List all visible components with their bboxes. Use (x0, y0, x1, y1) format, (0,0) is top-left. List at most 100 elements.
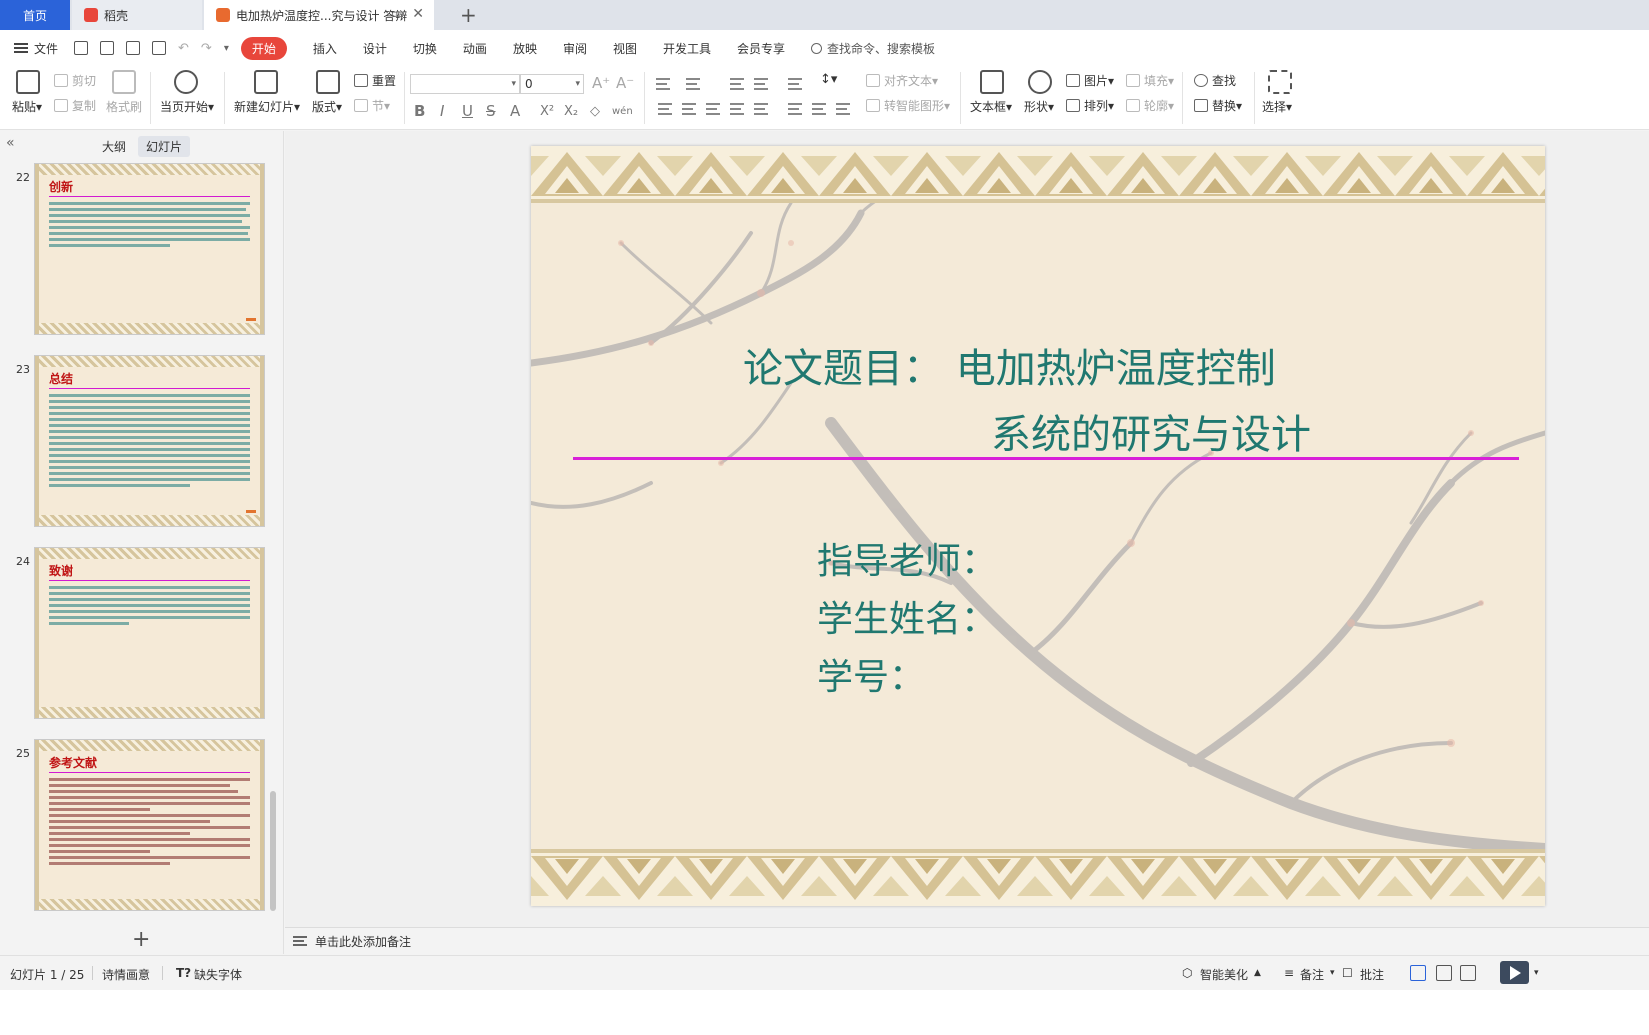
format-painter-button[interactable]: 格式刷 (106, 98, 142, 115)
outline-button[interactable]: 轮廓 ▾ (1126, 97, 1174, 114)
bold-button[interactable]: B (414, 102, 425, 120)
slide-thumbnail[interactable]: 参考文献 (34, 739, 265, 911)
font-color-button[interactable]: A (510, 102, 520, 120)
print-preview-icon[interactable] (152, 41, 167, 55)
align-left-icon[interactable] (658, 103, 672, 115)
menu-view[interactable]: 视图 (613, 40, 637, 57)
slide-thumbnail[interactable]: 创新 (34, 163, 265, 335)
command-search[interactable]: 查找命令、搜索模板 (811, 40, 935, 57)
phonetic-guide-button[interactable]: wén (612, 106, 633, 117)
font-name-select[interactable]: ▾ (410, 74, 520, 94)
font-size-select[interactable]: 0 ▾ (520, 74, 584, 94)
quick-access-dropdown-icon[interactable]: ▾ (224, 43, 229, 54)
print-icon[interactable] (126, 41, 141, 55)
select-icon[interactable] (1268, 70, 1292, 94)
start-slideshow-button[interactable] (1500, 961, 1529, 984)
save-icon[interactable] (74, 41, 89, 55)
new-tab-button[interactable]: + (460, 3, 477, 27)
layout-button[interactable]: 版式 ▾ (312, 98, 342, 115)
menu-transition[interactable]: 切换 (413, 40, 437, 57)
missing-font-button[interactable]: 缺失字体 (194, 966, 242, 983)
notes-dropdown-icon[interactable]: ▾ (1330, 968, 1335, 978)
format-painter-icon[interactable] (112, 70, 136, 94)
student-id-label[interactable]: 学号： (817, 648, 925, 700)
beautify-dropdown-icon[interactable]: ▲ (1254, 968, 1261, 978)
tab-document[interactable]: 电加热炉温度控...究与设计 答辩 ▭ ✕ (204, 0, 434, 30)
align-center-icon[interactable] (682, 103, 696, 115)
new-slide-icon[interactable] (254, 70, 278, 94)
menu-design[interactable]: 设计 (363, 40, 387, 57)
menu-insert[interactable]: 插入 (313, 40, 337, 57)
student-name-label[interactable]: 学生姓名： (817, 590, 997, 642)
share-icon[interactable] (100, 41, 115, 55)
panel-scrollbar[interactable] (270, 791, 276, 911)
copy-button[interactable]: 复制 (54, 97, 96, 114)
clear-format-icon[interactable]: ◇ (590, 104, 600, 119)
strikethrough-button[interactable]: S (486, 102, 496, 120)
distribute-icon[interactable] (754, 103, 768, 115)
justify-icon[interactable] (730, 103, 744, 115)
paste-icon[interactable] (16, 70, 40, 94)
subscript-button[interactable]: X₂ (564, 104, 578, 119)
notes-placeholder[interactable]: 单击此处添加备注 (315, 933, 411, 950)
collapse-panel-icon[interactable]: « (6, 135, 15, 151)
italic-button[interactable]: I (440, 102, 444, 120)
line-spacing-icon[interactable]: ↕▾ (820, 72, 837, 87)
close-tab-icon[interactable]: ✕ (412, 6, 424, 22)
notes-toggle-button[interactable]: 备注 (1300, 966, 1324, 983)
bullets-icon[interactable] (656, 78, 670, 90)
increase-indent-icon[interactable] (754, 78, 768, 90)
paragraph-spacing-icon[interactable] (788, 103, 802, 115)
menu-review[interactable]: 审阅 (563, 40, 587, 57)
align-right-icon[interactable] (706, 103, 720, 115)
tab-home[interactable]: 首页 (0, 0, 70, 30)
smart-beautify-button[interactable]: 智能美化 (1200, 966, 1248, 983)
picture-button[interactable]: 图片 ▾ (1066, 72, 1114, 89)
slide-title-line-2[interactable]: 系统的研究与设计 (991, 402, 1311, 460)
reading-view-icon[interactable] (1460, 965, 1476, 981)
slide-title-line-1[interactable]: 论文题目： 电加热炉温度控制 (743, 336, 1276, 394)
line-spacing-alt-icon[interactable] (812, 103, 826, 115)
menu-animation[interactable]: 动画 (463, 40, 487, 57)
current-slide[interactable]: 论文题目： 电加热炉温度控制 系统的研究与设计 指导老师： 学生姓名： 学号： (531, 146, 1545, 906)
play-from-current-button[interactable]: 当页开始 ▾ (160, 98, 214, 115)
convert-smartart-button[interactable]: 转智能图形 ▾ (866, 97, 950, 114)
normal-view-icon[interactable] (1410, 965, 1426, 981)
textbox-button[interactable]: 文本框 ▾ (970, 98, 1012, 115)
shape-icon[interactable] (1028, 70, 1052, 94)
fill-button[interactable]: 填充 ▾ (1126, 72, 1174, 89)
underline-button[interactable]: U (462, 102, 473, 120)
align-text-button[interactable]: 对齐文本 ▾ (866, 72, 938, 89)
layout-icon[interactable] (316, 70, 340, 94)
slideshow-dropdown-icon[interactable]: ▾ (1534, 968, 1539, 978)
menu-member[interactable]: 会员专享 (737, 40, 785, 57)
theme-name[interactable]: 诗情画意 (102, 966, 150, 983)
menu-slideshow[interactable]: 放映 (513, 40, 537, 57)
notes-pane[interactable]: 单击此处添加备注 (285, 927, 1649, 954)
columns-icon[interactable] (836, 103, 850, 115)
tab-docer[interactable]: 稻壳 (72, 0, 202, 30)
text-direction-icon[interactable] (788, 78, 802, 90)
decrease-indent-icon[interactable] (730, 78, 744, 90)
replace-button[interactable]: 替换 ▾ (1194, 97, 1242, 114)
comment-button[interactable]: 批注 (1360, 966, 1384, 983)
tab-slides[interactable]: 幻灯片 (138, 136, 191, 157)
cut-button[interactable]: 剪切 (54, 72, 96, 89)
textbox-icon[interactable] (980, 70, 1004, 94)
decrease-font-icon[interactable]: A⁻ (616, 74, 634, 92)
undo-icon[interactable]: ↶ (178, 41, 189, 56)
arrange-button[interactable]: 排列 ▾ (1066, 97, 1114, 114)
menu-file[interactable]: 文件 (14, 40, 58, 57)
redo-icon[interactable]: ↷ (201, 41, 212, 56)
increase-font-icon[interactable]: A⁺ (592, 74, 610, 92)
reset-button[interactable]: 重置 (354, 72, 396, 89)
find-button[interactable]: 查找 (1194, 72, 1236, 89)
superscript-button[interactable]: X² (540, 104, 554, 119)
slide-sorter-icon[interactable] (1436, 965, 1452, 981)
slide-thumbnail[interactable]: 致谢 (34, 547, 265, 719)
numbering-icon[interactable] (686, 78, 700, 90)
add-slide-button[interactable]: + (132, 927, 150, 952)
new-slide-button[interactable]: 新建幻灯片 ▾ (234, 98, 300, 115)
select-button[interactable]: 选择 ▾ (1262, 98, 1292, 115)
play-from-current-icon[interactable] (174, 70, 198, 94)
